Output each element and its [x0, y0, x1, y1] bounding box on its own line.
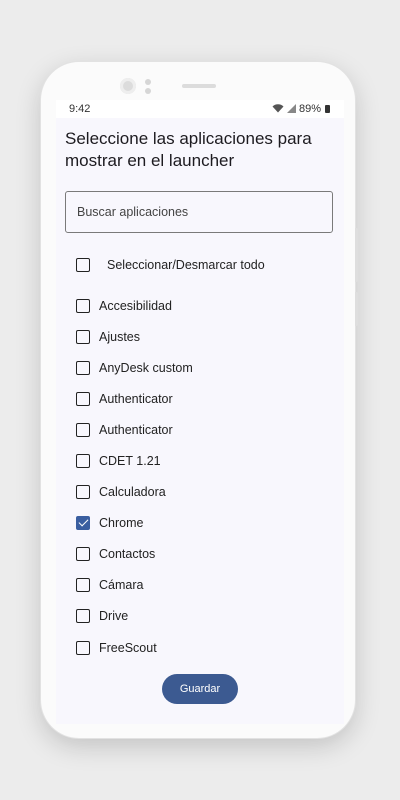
select-all-label: Seleccionar/Desmarcar todo — [107, 258, 265, 272]
checkbox-icon[interactable] — [76, 391, 90, 406]
app-label: Cámara — [99, 578, 144, 593]
app-label: AnyDesk custom — [99, 360, 193, 375]
app-label: Ajustes — [99, 329, 140, 344]
volume-button — [355, 228, 358, 282]
app-list-item[interactable]: CDET 1.21 — [76, 445, 316, 476]
app-screen: 9:42 89% Seleccione las aplicaciones par… — [56, 100, 344, 724]
app-label: FreeScout — [99, 640, 157, 655]
app-label: Chrome — [99, 516, 144, 531]
wifi-icon — [272, 103, 284, 115]
status-time: 9:42 — [69, 103, 91, 115]
app-list-item[interactable]: AnyDesk custom — [76, 352, 316, 383]
status-icons: 89% — [272, 103, 330, 115]
power-button — [355, 292, 358, 326]
app-label: Authenticator — [99, 391, 173, 406]
sensor-dot — [145, 88, 151, 94]
battery-level: 89% — [298, 103, 321, 115]
checkbox-icon[interactable] — [76, 258, 90, 272]
checkbox-icon[interactable] — [76, 329, 90, 344]
checkbox-icon[interactable] — [76, 422, 90, 437]
checkbox-icon[interactable] — [76, 547, 90, 562]
page-title: Seleccione las aplicaciones para mostrar… — [65, 129, 312, 170]
checkbox-icon[interactable] — [76, 298, 90, 313]
select-all-row[interactable]: Seleccionar/Desmarcar todo — [76, 257, 316, 273]
app-list-item[interactable]: Authenticator — [76, 383, 316, 414]
app-label: Contactos — [99, 547, 156, 562]
signal-icon — [286, 103, 296, 115]
search-input[interactable]: Buscar aplicaciones — [65, 191, 333, 233]
app-list-item[interactable]: Drive — [76, 601, 316, 632]
app-list-item[interactable]: Ajustes — [76, 321, 316, 352]
app-list-item[interactable]: Contactos — [76, 539, 316, 570]
speaker-grille — [182, 84, 216, 88]
app-list-item[interactable]: Cámara — [76, 570, 316, 601]
camera-icon — [120, 78, 136, 94]
save-button[interactable]: Guardar — [162, 674, 238, 704]
app-label: Drive — [99, 609, 129, 624]
app-list-item[interactable]: FreeScout — [76, 632, 316, 663]
battery-icon — [325, 105, 330, 113]
app-label: Calculadora — [99, 485, 166, 500]
sensor-dot — [145, 79, 151, 85]
app-label: Accesibilidad — [99, 298, 172, 313]
status-bar: 9:42 89% — [56, 100, 344, 118]
app-list-item[interactable]: Authenticator — [76, 414, 316, 445]
checkbox-icon[interactable] — [76, 640, 90, 655]
checkbox-icon[interactable] — [76, 609, 90, 624]
app-list-item[interactable]: Chrome — [76, 508, 316, 539]
checkbox-icon[interactable] — [76, 360, 90, 375]
checkbox-icon[interactable] — [76, 454, 90, 469]
checkbox-icon[interactable] — [76, 578, 90, 593]
checkbox-icon[interactable] — [76, 485, 90, 500]
app-label: CDET 1.21 — [99, 454, 161, 469]
app-list-item[interactable]: Accesibilidad — [76, 290, 316, 321]
checkbox-icon[interactable] — [76, 516, 90, 531]
app-list-item[interactable]: Calculadora — [76, 477, 316, 508]
search-placeholder: Buscar aplicaciones — [77, 205, 189, 219]
app-list: Accesibilidad Ajustes AnyDesk custom Authen… — [76, 290, 316, 663]
app-label: Authenticator — [99, 422, 173, 437]
